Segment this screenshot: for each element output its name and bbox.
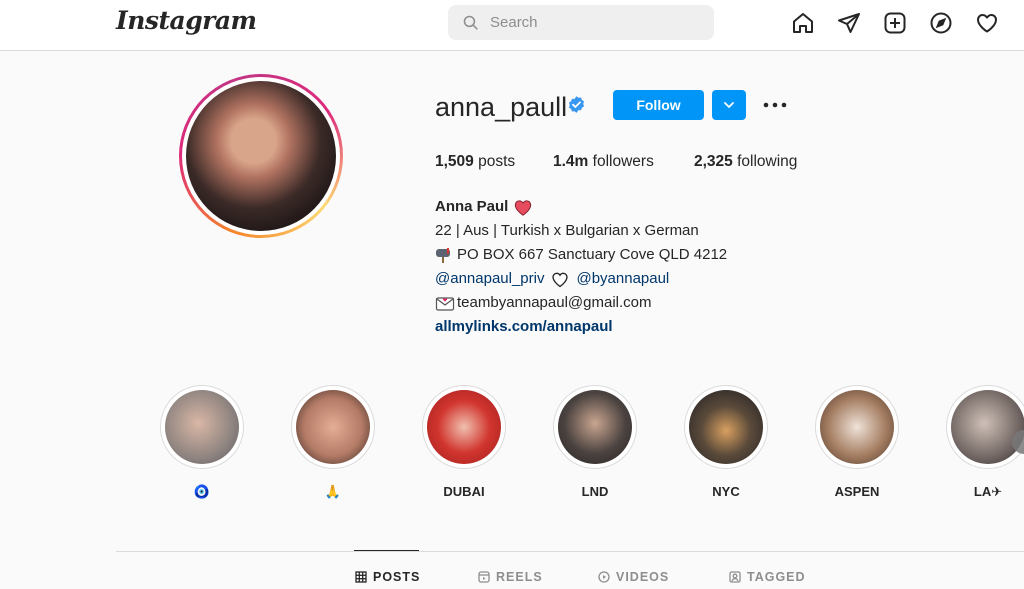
new-post-icon[interactable]	[882, 10, 907, 35]
following-label: following	[737, 153, 798, 170]
highlight-cover	[951, 390, 1024, 464]
mention-link-priv[interactable]: @annapaul_priv	[435, 267, 544, 291]
highlight-ring	[291, 385, 375, 469]
verified-badge-icon	[568, 96, 585, 113]
grid-icon	[355, 571, 367, 583]
bio-address-line: PO BOX 667 Sanctuary Cove QLD 4212	[435, 243, 727, 267]
highlight-ring	[553, 385, 637, 469]
highlight-item[interactable]: LND	[553, 385, 637, 502]
heart-emoji-icon	[515, 199, 532, 216]
followers-count: 1.4m	[553, 153, 589, 170]
instagram-logo[interactable]: Instagram	[116, 6, 257, 35]
following-count: 2,325	[694, 153, 733, 170]
story-highlights: 🧿 🙏 DUBAI LND NYC ASPEN LA✈	[160, 385, 1024, 505]
highlight-label: LA✈	[973, 484, 1003, 499]
bio-link-line: allmylinks.com/annapaul	[435, 315, 727, 339]
highlight-item[interactable]: DUBAI	[422, 385, 506, 502]
direct-icon[interactable]	[836, 10, 861, 35]
highlight-item[interactable]: NYC	[684, 385, 768, 502]
highlight-cover	[165, 390, 239, 464]
posts-stat: 1,509 posts	[435, 153, 515, 171]
highlight-label: DUBAI	[443, 484, 485, 499]
search-input[interactable]	[490, 14, 690, 31]
tab-label: TAGGED	[747, 570, 806, 584]
white-heart-icon	[552, 272, 569, 287]
following-stat[interactable]: 2,325 following	[694, 153, 797, 171]
avatar-image	[186, 81, 336, 231]
mention-link-brand[interactable]: @byannapaul	[576, 267, 669, 291]
highlight-item[interactable]: 🙏	[291, 385, 375, 502]
avatar-border	[182, 77, 340, 235]
reels-icon	[478, 571, 490, 583]
highlight-label: 🧿	[193, 484, 211, 499]
play-circle-icon	[598, 571, 610, 583]
highlight-cover	[820, 390, 894, 464]
bio-address: PO BOX 667 Sanctuary Cove QLD 4212	[457, 246, 728, 263]
tab-videos[interactable]: VIDEOS	[598, 570, 669, 584]
bio-mentions-line: @annapaul_priv @byannapaul	[435, 267, 727, 291]
profile-username: anna_paull	[435, 92, 568, 122]
followers-stat[interactable]: 1.4m followers	[553, 153, 654, 171]
mailbox-icon	[436, 248, 450, 263]
highlight-cover	[427, 390, 501, 464]
bio-line-1: 22 | Aus | Turkish x Bulgarian x German	[435, 222, 699, 239]
highlight-label: 🙏	[324, 484, 342, 499]
activity-icon[interactable]	[974, 10, 999, 35]
tab-label: VIDEOS	[616, 570, 670, 584]
search-box[interactable]	[448, 5, 714, 40]
highlight-item[interactable]: ASPEN	[815, 385, 899, 502]
highlight-item[interactable]: 🧿	[160, 385, 244, 502]
bio-email-line: teambyannapaul@gmail.com	[435, 291, 727, 315]
nav-icons	[790, 10, 999, 35]
follow-button[interactable]: Follow	[613, 90, 704, 120]
highlight-ring	[815, 385, 899, 469]
search-icon	[463, 15, 478, 30]
posts-label: posts	[478, 153, 516, 170]
bio-name-line: Anna Paul	[435, 195, 727, 219]
bio-email: teambyannapaul@gmail.com	[457, 294, 652, 311]
highlight-cover	[558, 390, 632, 464]
tab-label: POSTS	[373, 570, 421, 584]
suggested-accounts-button[interactable]	[712, 90, 746, 120]
envelope-icon	[435, 297, 455, 311]
highlight-cover	[296, 390, 370, 464]
highlight-ring	[684, 385, 768, 469]
bio-website-link[interactable]: allmylinks.com/annapaul	[435, 315, 613, 339]
top-nav-bar: Instagram	[0, 0, 1024, 51]
tabs-divider	[116, 551, 1024, 552]
tab-label: REELS	[496, 570, 543, 584]
highlight-ring	[160, 385, 244, 469]
tagged-icon	[729, 571, 741, 583]
posts-count: 1,509	[435, 153, 474, 170]
profile-bio: Anna Paul 22 | Aus | Turkish x Bulgarian…	[435, 195, 727, 339]
bio-full-name: Anna Paul	[435, 198, 509, 215]
more-options-button[interactable]	[762, 93, 788, 117]
active-tab-indicator	[354, 550, 419, 551]
highlight-label: NYC	[712, 484, 740, 499]
profile-avatar[interactable]	[179, 74, 343, 238]
home-icon[interactable]	[790, 10, 815, 35]
tab-reels[interactable]: REELS	[478, 570, 543, 584]
tab-tagged[interactable]: TAGGED	[729, 570, 806, 584]
explore-icon[interactable]	[928, 10, 953, 35]
tab-posts[interactable]: POSTS	[355, 570, 420, 584]
highlight-ring	[946, 385, 1024, 469]
highlight-ring	[422, 385, 506, 469]
highlight-cover	[689, 390, 763, 464]
more-dots-icon	[763, 102, 787, 108]
followers-label: followers	[592, 153, 654, 170]
chevron-down-icon	[724, 102, 734, 108]
highlight-label: LND	[581, 484, 609, 499]
highlight-label: ASPEN	[834, 484, 880, 499]
